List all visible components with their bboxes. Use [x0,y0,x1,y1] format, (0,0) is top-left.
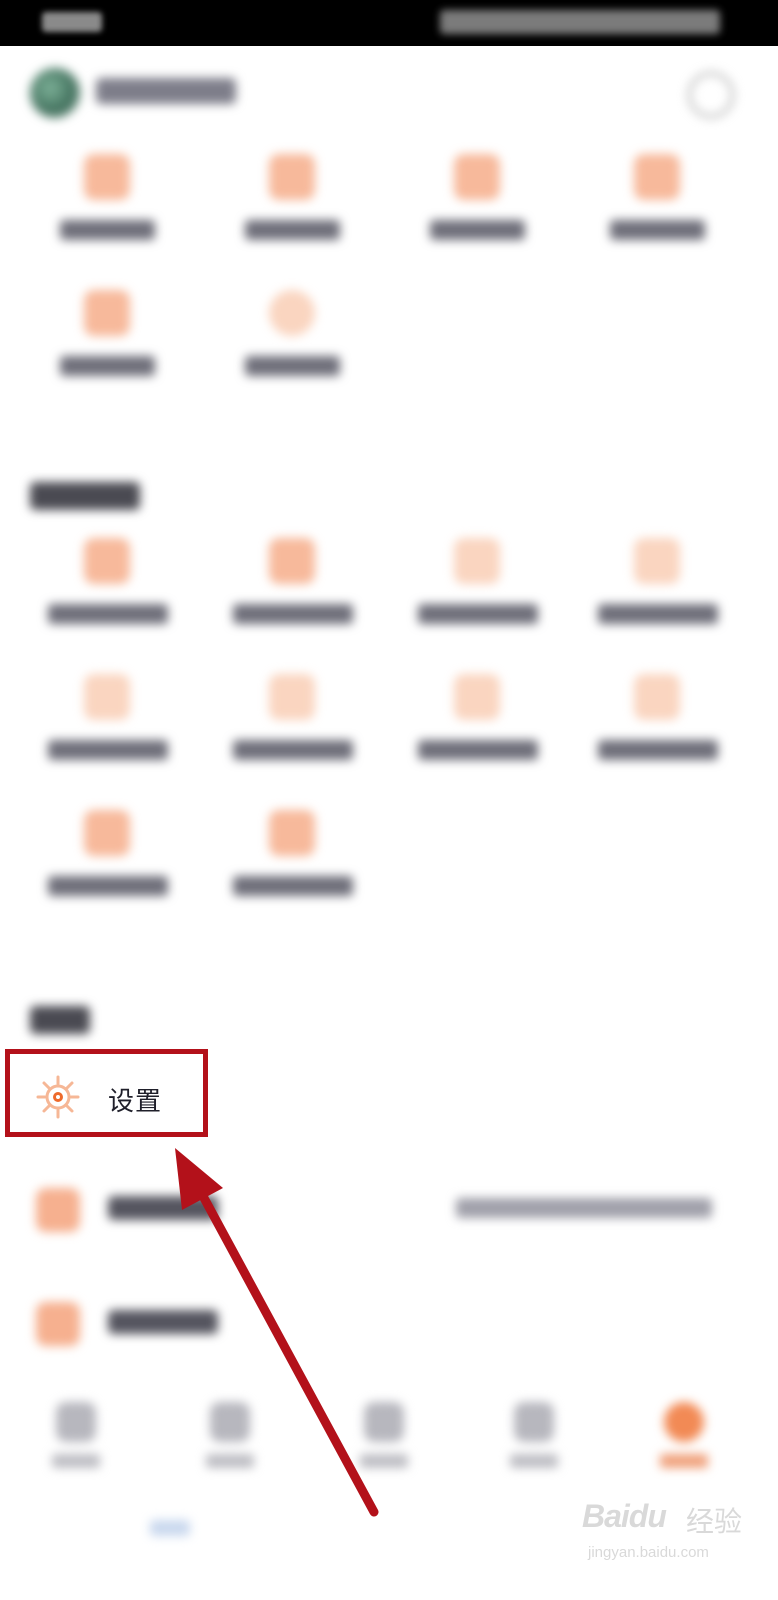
grid-item-label [245,356,340,376]
grid-item[interactable] [20,136,195,266]
grid-item-icon [84,290,130,336]
grid-item-label [233,604,353,624]
feature-grid-middle [20,520,760,920]
grid-item-icon [454,538,500,584]
feature-grid-top [20,136,760,406]
grid-item-icon [634,538,680,584]
profile-header [0,46,778,136]
grid-item-label [418,604,538,624]
list-item[interactable] [0,1282,778,1362]
home-icon [56,1402,96,1442]
profile-name[interactable] [96,78,236,104]
grid-item-label [60,220,155,240]
section-title [30,482,140,510]
list-item-value [456,1198,712,1218]
tab-profile[interactable] [644,1402,724,1482]
watermark-url: jingyan.baidu.com [588,1544,709,1561]
search-icon[interactable] [688,72,734,118]
grid-item[interactable] [390,656,565,786]
tab-label [52,1454,100,1468]
grid-item-label [598,604,718,624]
grid-item[interactable] [570,520,745,650]
grid-item-label [48,740,168,760]
grid-item[interactable] [570,656,745,786]
grid-item-label [610,220,705,240]
grid-item-icon [269,290,315,336]
grid-item-icon [634,674,680,720]
grid-item-label [418,740,538,760]
list-item-label [108,1310,218,1334]
tab-home[interactable] [36,1402,116,1482]
grid-item-icon [84,810,130,856]
status-bar [0,0,778,46]
grid-item[interactable] [205,656,380,786]
watermark-brand: Baidu [582,1498,667,1534]
grid-item-icon [269,674,315,720]
section-title [30,1006,90,1034]
grid-item-icon [84,154,130,200]
grid-item-icon [84,538,130,584]
grid-item-label [233,740,353,760]
grid-item-label [598,740,718,760]
tab-label [660,1454,708,1468]
grid-item-label [233,876,353,896]
tab-messages[interactable] [494,1402,574,1482]
grid-item[interactable] [20,272,195,402]
grid-item-icon [454,154,500,200]
watermark: Baidu 经验 jingyan.baidu.com [582,1480,752,1590]
list-item-icon [36,1188,80,1232]
tab-label [206,1454,254,1468]
list-item-icon [36,1302,80,1346]
grid-item-label [48,604,168,624]
list-item-label [108,1196,218,1220]
grid-item[interactable] [205,272,380,402]
grid-item[interactable] [390,136,565,266]
nav-indicator [150,1520,190,1536]
messages-icon [514,1402,554,1442]
status-time [42,12,102,32]
grid-item-label [48,876,168,896]
grid-item[interactable] [205,792,380,922]
grid-item[interactable] [205,136,380,266]
grid-item[interactable] [20,792,195,922]
grid-item-label [60,356,155,376]
grid-item-label [245,220,340,240]
grid-item-icon [269,538,315,584]
discover-icon [210,1402,250,1442]
grid-item[interactable] [390,520,565,650]
grid-item-label [430,220,525,240]
grid-item[interactable] [570,136,745,266]
grid-item-icon [269,154,315,200]
tab-discover[interactable] [190,1402,270,1482]
tab-label [510,1454,558,1468]
status-indicators [440,10,720,34]
tab-center[interactable] [344,1402,424,1482]
avatar[interactable] [30,68,80,118]
grid-item-icon [454,674,500,720]
profile-icon [664,1402,704,1442]
highlight-box [5,1049,208,1137]
watermark-suffix: 经验 [686,1506,743,1537]
grid-item-icon [634,154,680,200]
grid-item-icon [84,674,130,720]
list-item[interactable] [0,1168,778,1248]
grid-item-icon [269,810,315,856]
center-icon [364,1402,404,1442]
grid-item[interactable] [205,520,380,650]
grid-item[interactable] [20,520,195,650]
tab-label [360,1454,408,1468]
grid-item[interactable] [20,656,195,786]
